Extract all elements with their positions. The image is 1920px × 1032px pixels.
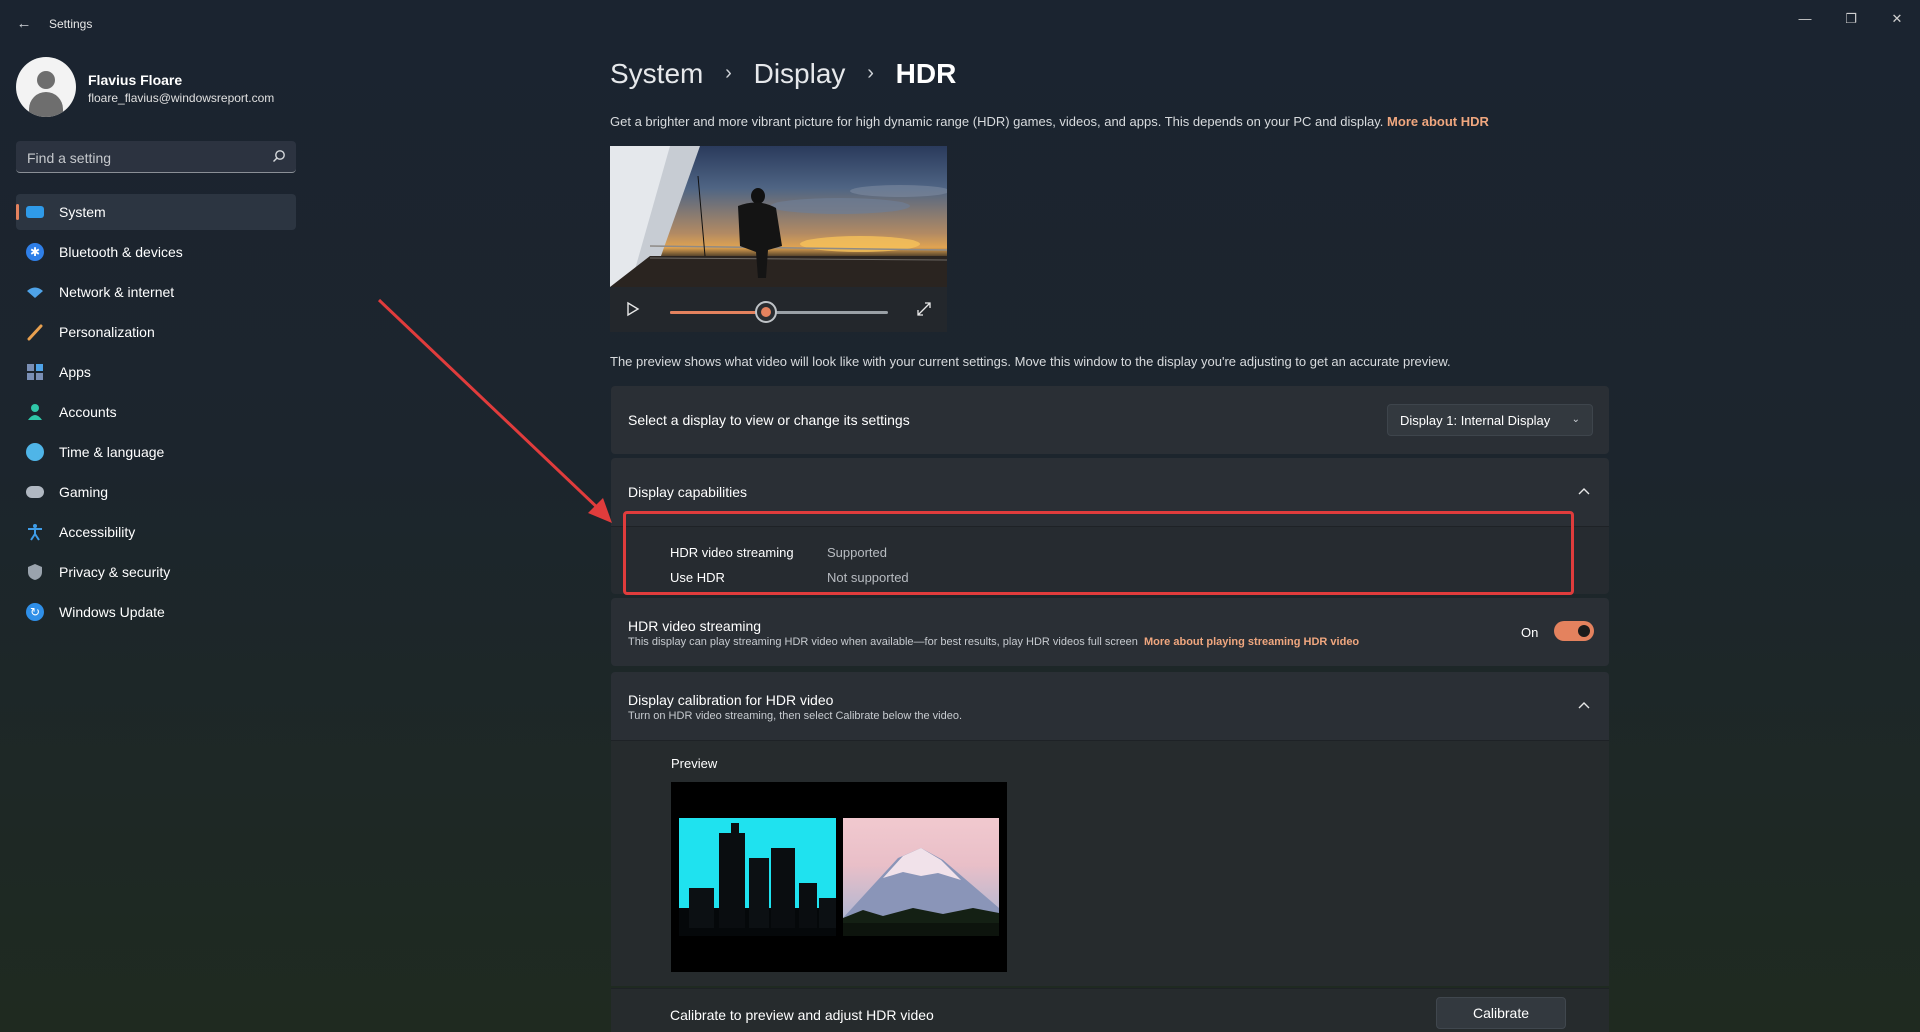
gamepad-icon (26, 486, 44, 498)
search-placeholder: Find a setting (27, 150, 112, 166)
sidebar-item-apps[interactable]: Apps (16, 354, 296, 390)
calibration-description: Turn on HDR video streaming, then select… (628, 710, 963, 722)
hdr-streaming-description: This display can play streaming HDR vide… (628, 636, 1359, 648)
hdr-streaming-toggle[interactable] (1554, 621, 1594, 641)
video-controls (610, 287, 947, 332)
minimize-button[interactable]: — (1782, 4, 1828, 34)
maximize-button[interactable]: ❐ (1828, 4, 1874, 34)
display-select-label: Select a display to view or change its s… (628, 412, 910, 428)
display-dropdown[interactable]: Display 1: Internal Display ⌄ (1387, 404, 1593, 436)
video-progress-thumb[interactable] (754, 301, 777, 323)
preview-label: Preview (671, 756, 718, 771)
sidebar-item-time-language[interactable]: Time & language (16, 434, 296, 470)
video-frame (610, 146, 947, 287)
hdr-streaming-card: HDR video streaming This display can pla… (611, 598, 1609, 666)
search-icon[interactable] (272, 149, 286, 163)
video-progress-fill (670, 311, 766, 314)
calibration-title: Display calibration for HDR video (628, 692, 834, 708)
sidebar-item-accessibility[interactable]: Accessibility (16, 514, 296, 550)
sidebar-item-label: Bluetooth & devices (59, 244, 183, 260)
shield-icon (26, 563, 44, 581)
calibrate-row: Calibrate to preview and adjust HDR vide… (611, 988, 1609, 1032)
toggle-state-label: On (1521, 625, 1539, 640)
sidebar-item-label: Time & language (59, 444, 165, 460)
app-title: Settings (49, 17, 93, 31)
display-select-card: Select a display to view or change its s… (611, 386, 1609, 454)
toggle-knob (1578, 625, 1590, 637)
sidebar-item-label: Personalization (59, 324, 155, 340)
display-capabilities-title: Display capabilities (628, 484, 748, 500)
chevron-right-icon: › (867, 62, 874, 85)
calibration-body: Preview (611, 740, 1609, 986)
profile-email: floare_flavius@windowsreport.com (88, 91, 275, 105)
video-progress-slider[interactable] (670, 301, 888, 323)
sidebar-item-label: System (59, 204, 106, 220)
sidebar-item-windows-update[interactable]: ↻ Windows Update (16, 594, 296, 630)
hdr-video-preview (610, 146, 947, 332)
preview-note: The preview shows what video will look l… (610, 354, 1451, 369)
chevron-down-icon: ⌄ (1571, 414, 1580, 425)
annotation-highlight-box (623, 511, 1574, 595)
sidebar-item-bluetooth[interactable]: ✱ Bluetooth & devices (16, 234, 296, 270)
fullscreen-icon[interactable] (916, 301, 932, 317)
sidebar-item-privacy[interactable]: Privacy & security (16, 554, 296, 590)
more-about-streaming-link[interactable]: More about playing streaming HDR video (1144, 636, 1359, 648)
page-title: HDR (895, 57, 957, 89)
bluetooth-icon: ✱ (26, 243, 44, 261)
title-bar: ← Settings — ❐ ✕ (0, 0, 1920, 48)
breadcrumb-display[interactable]: Display (754, 58, 846, 90)
calibrate-button[interactable]: Calibrate (1436, 997, 1566, 1029)
sidebar-item-label: Accessibility (59, 524, 136, 540)
accessibility-icon (26, 523, 44, 541)
mountain-image (843, 818, 999, 936)
apps-icon (26, 363, 44, 381)
sidebar-item-label: Gaming (59, 484, 109, 500)
calibrate-label: Calibrate to preview and adjust HDR vide… (670, 1007, 934, 1023)
breadcrumb: System › Display › HDR (610, 56, 956, 96)
globe-clock-icon (26, 443, 44, 461)
user-profile[interactable]: Flavius Floare floare_flavius@windowsrep… (16, 56, 306, 120)
sidebar-item-label: Apps (59, 364, 91, 380)
city-skyline-image (679, 818, 836, 936)
hdr-streaming-description-text: This display can play streaming HDR vide… (628, 636, 1138, 648)
system-icon (26, 206, 44, 218)
breadcrumb-system[interactable]: System (610, 58, 703, 90)
sidebar-item-label: Privacy & security (59, 564, 171, 580)
sidebar-item-label: Windows Update (59, 604, 165, 620)
close-button[interactable]: ✕ (1874, 4, 1920, 34)
sidebar-item-label: Network & internet (59, 284, 175, 300)
search-input[interactable]: Find a setting (16, 141, 296, 173)
more-about-hdr-link[interactable]: More about HDR (1387, 114, 1489, 129)
sidebar-item-system[interactable]: System (16, 194, 296, 230)
hdr-streaming-title: HDR video streaming (628, 618, 762, 634)
profile-name: Flavius Floare (88, 72, 183, 88)
paintbrush-icon (26, 323, 44, 341)
person-icon (26, 403, 44, 421)
display-dropdown-value: Display 1: Internal Display (1400, 413, 1551, 428)
sidebar-item-network[interactable]: Network & internet (16, 274, 296, 310)
sidebar-item-label: Accounts (59, 404, 117, 420)
intro-text: Get a brighter and more vibrant picture … (610, 114, 1489, 129)
update-icon: ↻ (26, 603, 44, 621)
wifi-icon (26, 283, 44, 301)
avatar (16, 57, 76, 117)
chevron-up-icon[interactable] (1577, 698, 1591, 712)
sidebar-item-personalization[interactable]: Personalization (16, 314, 296, 350)
sidebar-item-accounts[interactable]: Accounts (16, 394, 296, 430)
intro-description: Get a brighter and more vibrant picture … (610, 114, 1388, 129)
calibration-header[interactable]: Display calibration for HDR video Turn o… (611, 672, 1609, 740)
chevron-right-icon: › (725, 62, 732, 85)
sidebar-nav: System ✱ Bluetooth & devices Network & i… (16, 194, 296, 634)
back-arrow-icon[interactable]: ← (14, 14, 34, 34)
sidebar-item-gaming[interactable]: Gaming (16, 474, 296, 510)
play-icon[interactable] (625, 301, 641, 317)
chevron-up-icon[interactable] (1577, 484, 1591, 498)
calibration-preview-image (671, 782, 1007, 972)
